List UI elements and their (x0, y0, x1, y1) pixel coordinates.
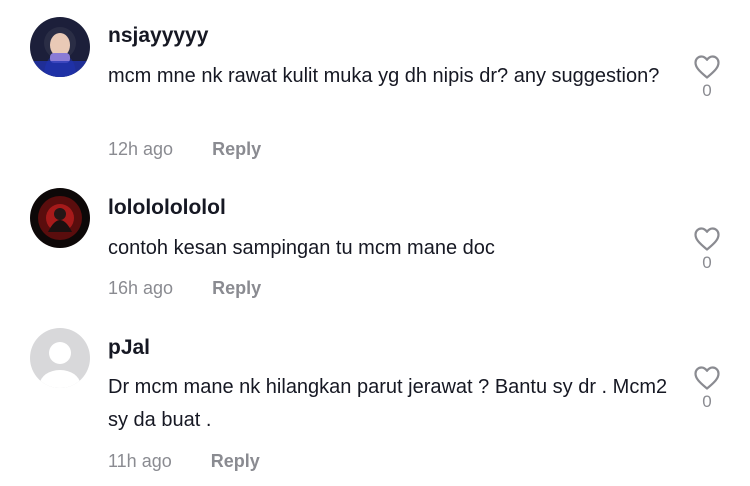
comment-timestamp: 16h ago (108, 278, 174, 298)
comment-timestamp: 12h ago (108, 139, 174, 159)
username[interactable]: pJal (108, 336, 150, 360)
like-count: 0 (702, 392, 712, 411)
comment-meta: 12h ago Reply (108, 139, 261, 160)
reply-button[interactable]: Reply (212, 278, 261, 298)
like-control: 0 (692, 54, 722, 101)
comment-text: mcm mne nk rawat kulit muka yg dh nipis … (108, 65, 660, 87)
heart-icon[interactable] (693, 226, 721, 252)
comment-meta: 11h ago Reply (108, 451, 260, 472)
like-count: 0 (702, 81, 712, 100)
like-control: 0 (692, 226, 722, 273)
heart-icon[interactable] (693, 365, 721, 391)
comment-meta: 16h ago Reply (108, 278, 261, 299)
like-control: 0 (692, 365, 722, 412)
comment-text: contoh kesan sampingan tu mcm mane doc (108, 237, 495, 259)
avatar[interactable] (30, 328, 90, 388)
reply-button[interactable]: Reply (211, 451, 260, 471)
avatar[interactable] (30, 188, 90, 248)
girl-hijab-avatar-icon (30, 17, 90, 77)
default-user-avatar-icon (30, 328, 90, 388)
username[interactable]: lolololololol (108, 196, 226, 220)
reply-button[interactable]: Reply (212, 139, 261, 159)
avatar[interactable] (30, 17, 90, 77)
comment-timestamp: 11h ago (108, 451, 172, 471)
like-count: 0 (702, 253, 712, 272)
dark-red-avatar-icon (30, 188, 90, 248)
username[interactable]: nsjayyyyy (108, 24, 208, 48)
comment-text: Dr mcm mane nk hilangkan parut jerawat ?… (108, 376, 668, 431)
heart-icon[interactable] (693, 54, 721, 80)
